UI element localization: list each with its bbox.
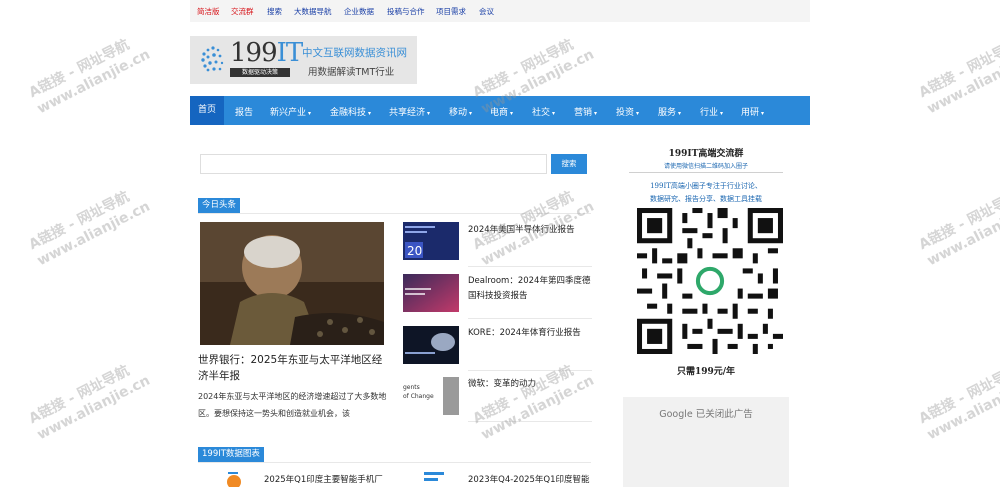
- chevron-down-icon: ▾: [720, 110, 724, 117]
- chevron-down-icon: ▾: [427, 110, 431, 117]
- chevron-down-icon: ▾: [510, 110, 514, 117]
- watermark: A链接 - 网址导航 www.alianjie.cn: [26, 188, 153, 270]
- news-title[interactable]: 2024年美国半导体行业报告: [468, 223, 592, 238]
- ad-slot: Google 已关闭此广告: [623, 397, 789, 487]
- top-link-group[interactable]: 交流群: [231, 6, 254, 17]
- top-link-bigdata-nav[interactable]: 大数据导航: [294, 6, 332, 17]
- svg-text:20: 20: [407, 244, 422, 258]
- site-logo-banner[interactable]: 199IT 数据驱动决策 中文互联网数据资讯网 用数据解读TMT行业: [190, 36, 417, 84]
- hero-title[interactable]: 世界银行：2025年东亚与太平洋地区经济半年报: [198, 352, 390, 384]
- chart-item-title[interactable]: 2025年Q1印度主要智能手机厂: [264, 473, 383, 485]
- chevron-down-icon: ▾: [636, 110, 640, 117]
- divider: [198, 462, 591, 463]
- nav-sharing[interactable]: 共享经济 ▾: [389, 105, 430, 118]
- nav-social[interactable]: 社交 ▾: [532, 105, 555, 118]
- hero-summary: 2024年东亚与太平洋地区的经济增速超过了大多数地区。要想保持这一势头和创造就业…: [198, 392, 387, 418]
- nav-marketing[interactable]: 营销 ▾: [574, 105, 597, 118]
- news-title[interactable]: KORE：2024年体育行业报告: [468, 326, 592, 341]
- site-slogan: 用数据解读TMT行业: [308, 67, 395, 78]
- divider: [468, 370, 592, 371]
- section-tag-charts: 199IT数据图表: [198, 447, 264, 462]
- top-link-enterprise-data[interactable]: 企业数据: [344, 6, 374, 17]
- logo-tagline: 数据驱动决策: [230, 68, 290, 77]
- svg-text:of Change: of Change: [403, 393, 434, 400]
- nav-services[interactable]: 服务 ▾: [658, 105, 681, 118]
- chevron-down-icon: ▾: [368, 110, 372, 117]
- sidebar-desc: 数据研究、报告分享、数据工具挂载: [650, 195, 762, 203]
- logo-wordmark: 199IT: [230, 38, 303, 68]
- news-title[interactable]: 微软：变革的动力: [468, 377, 592, 392]
- chart-item-title[interactable]: 2023年Q4-2025年Q1印度智能: [468, 473, 590, 485]
- site-title: 中文互联网数据资讯网: [302, 47, 407, 59]
- news-thumbnail[interactable]: [403, 274, 459, 312]
- top-link-contribute[interactable]: 投稿与合作: [387, 6, 425, 17]
- nav-ecommerce[interactable]: 电商 ▾: [490, 105, 513, 118]
- watermark: A链接 - 网址导航 www.alianjie.cn: [26, 362, 153, 444]
- divider: [629, 172, 783, 173]
- hero-photo-illustration: [200, 222, 384, 345]
- watermark: A链接 - 网址导航 www.alianjie.cn: [916, 188, 1000, 270]
- news-thumbnail[interactable]: gents of Change: [403, 377, 459, 415]
- top-link-projects[interactable]: 项目需求: [436, 6, 466, 17]
- nav-emerging[interactable]: 新兴产业 ▾: [270, 105, 311, 118]
- search-button[interactable]: 搜索: [551, 154, 587, 174]
- nav-mobile[interactable]: 移动 ▾: [449, 105, 472, 118]
- globe-logo-icon: [201, 46, 224, 72]
- divider: [468, 421, 592, 422]
- hero-image[interactable]: [200, 222, 384, 345]
- nav-home[interactable]: 首页: [190, 96, 225, 125]
- ad-closed-label: Google 已关闭此广告: [659, 409, 753, 420]
- svg-text:gents: gents: [403, 384, 420, 391]
- sidebar-subtitle: 请使用微信扫描二维码加入圈子: [663, 163, 748, 170]
- sidebar-title: 199IT高端交流群: [668, 149, 744, 159]
- nav-investment[interactable]: 投资 ▾: [616, 105, 639, 118]
- chevron-down-icon: ▾: [308, 110, 312, 117]
- nav-user-research[interactable]: 用研 ▾: [741, 105, 764, 118]
- chevron-down-icon: ▾: [761, 110, 765, 117]
- top-links-bar: 简洁版 交流群 搜索 大数据导航 企业数据 投稿与合作 项目需求 会议: [190, 0, 810, 22]
- chart-thumbnail[interactable]: [208, 470, 242, 487]
- nav-fintech[interactable]: 金融科技 ▾: [330, 105, 371, 118]
- chevron-down-icon: ▾: [552, 110, 556, 117]
- top-link-conference[interactable]: 会议: [479, 6, 494, 17]
- chevron-down-icon: ▾: [469, 110, 473, 117]
- sidebar-price: 只需199元/年: [676, 367, 736, 377]
- news-title[interactable]: Dealroom：2024年第四季度德国科技投资报告: [468, 274, 592, 304]
- search-input[interactable]: [200, 154, 547, 174]
- watermark: A链接 - 网址导航 www.alianjie.cn: [916, 362, 1000, 444]
- nav-industry[interactable]: 行业 ▾: [700, 105, 723, 118]
- chevron-down-icon: ▾: [678, 110, 682, 117]
- section-tag-headline: 今日头条: [198, 198, 241, 213]
- top-link-search[interactable]: 搜索: [267, 6, 282, 17]
- sidebar-qr-group: 199IT高端交流群 请使用微信扫描二维码加入圈子 199IT高端小圈子专注于行…: [623, 138, 789, 378]
- divider: [198, 213, 591, 214]
- top-link-simple[interactable]: 简洁版: [197, 6, 220, 17]
- chevron-down-icon: ▾: [594, 110, 598, 117]
- watermark: A链接 - 网址导航 www.alianjie.cn: [26, 36, 153, 118]
- divider: [468, 266, 592, 267]
- chart-thumbnail[interactable]: [414, 470, 448, 487]
- news-thumbnail[interactable]: 20: [403, 222, 459, 260]
- main-nav: 首页 报告 新兴产业 ▾ 金融科技 ▾ 共享经济 ▾ 移动 ▾ 电商 ▾ 社交 ▾ 营销 ▾ …: [190, 96, 810, 125]
- news-thumbnail[interactable]: [403, 326, 459, 364]
- qr-code-icon[interactable]: [637, 208, 783, 354]
- nav-reports[interactable]: 报告: [235, 105, 253, 118]
- watermark: A链接 - 网址导航 www.alianjie.cn: [916, 36, 1000, 118]
- sidebar-desc: 199IT高端小圈子专注于行业讨论、: [650, 182, 762, 190]
- divider: [468, 318, 592, 319]
